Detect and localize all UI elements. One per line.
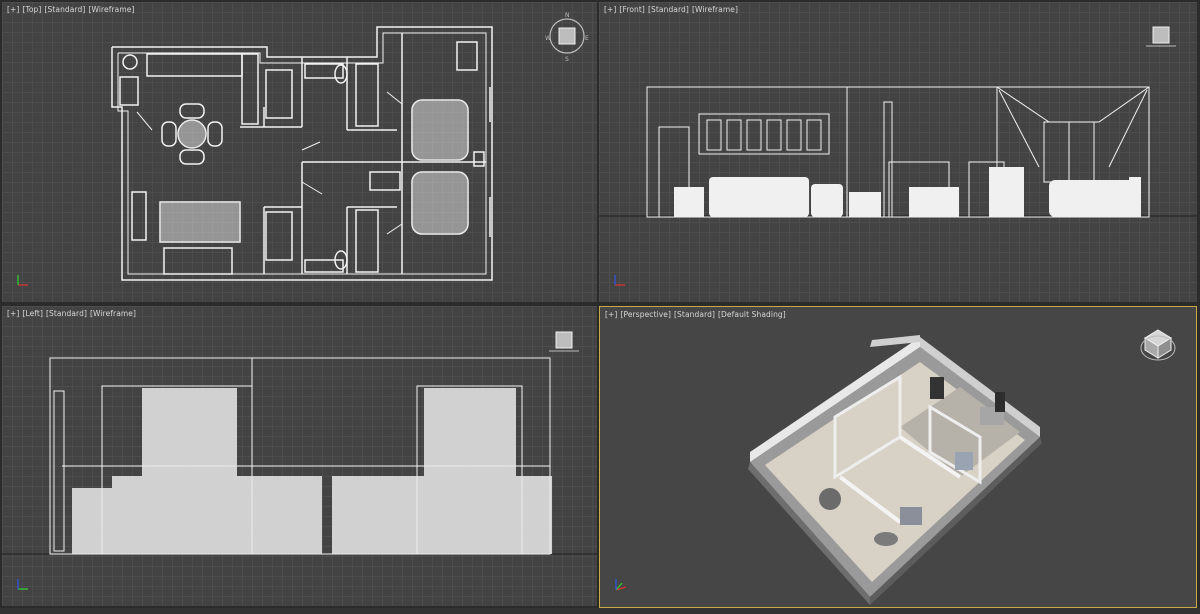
viewport-perspective[interactable]: [+] [Perspective] [Standard] [Default Shadi… [599, 306, 1197, 608]
axis-gizmo-icon [17, 579, 28, 590]
axis-gizmo-icon [615, 579, 627, 591]
viewport-front[interactable]: [+] [Front] [Standard] [Wireframe] [599, 2, 1197, 302]
bottom-strip [0, 608, 1200, 614]
viewport-top[interactable]: [+] [Top] [Standard] [Wireframe] W E N S [2, 2, 597, 302]
axis-gizmo-icon [17, 275, 28, 286]
axis-gizmo-icon [614, 275, 625, 286]
viewport-left[interactable]: [+] [Left] [Standard] [Wireframe] [2, 306, 597, 606]
